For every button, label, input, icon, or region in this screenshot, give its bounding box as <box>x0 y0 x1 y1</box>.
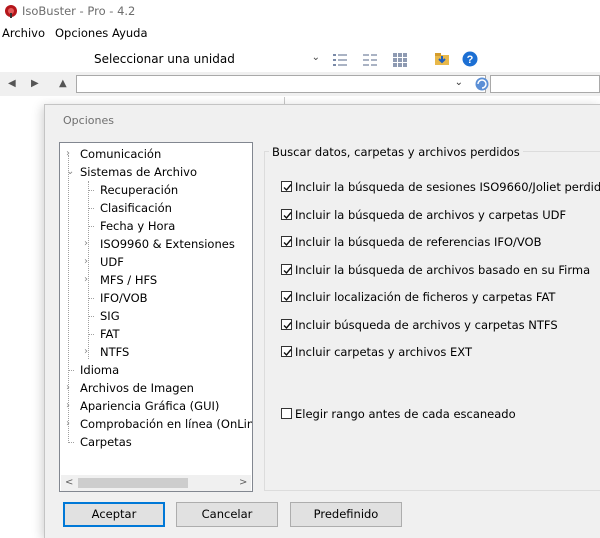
tree-guide-line <box>68 155 69 443</box>
option-label: Incluir la búsqueda de sesiones ISO9660/… <box>295 180 600 194</box>
checkmark-icon <box>283 184 292 192</box>
back-arrow-icon[interactable]: ◀ <box>8 78 16 89</box>
groupbox-title: Buscar datos, carpetas y archivos perdid… <box>269 145 523 159</box>
cancel-button[interactable]: Cancelar <box>176 502 278 527</box>
list-view-icon[interactable] <box>332 52 348 68</box>
dialog-title: Opciones <box>63 114 114 127</box>
address-input[interactable]: ⌄ <box>76 75 486 93</box>
scrollbar-thumb[interactable] <box>78 478 188 488</box>
checkmark-icon <box>283 294 292 302</box>
ok-button[interactable]: Aceptar <box>63 502 165 527</box>
folder-download-icon[interactable] <box>434 51 450 67</box>
menu-opciones[interactable]: Opciones <box>55 26 108 40</box>
option-label: Incluir la búsqueda de archivos y carpet… <box>295 208 567 222</box>
drive-select-label: Seleccionar una unidad <box>94 52 235 66</box>
checkbox-checked[interactable] <box>281 181 292 192</box>
grid-view-icon[interactable] <box>392 52 408 68</box>
option-label: Incluir carpetas y archivos EXT <box>295 345 472 359</box>
checkbox-checked[interactable] <box>281 346 292 357</box>
tree-item-label: Fecha y Hora <box>100 219 176 233</box>
checkbox-checked[interactable] <box>281 291 292 302</box>
scroll-left-icon[interactable]: < <box>65 477 73 488</box>
forward-arrow-icon[interactable]: ▶ <box>31 78 39 89</box>
details-view-icon[interactable] <box>362 52 378 68</box>
checkmark-icon <box>283 267 292 275</box>
up-arrow-icon[interactable]: ▲ <box>59 78 67 89</box>
tree-item-label: UDF <box>100 255 124 269</box>
tree-item-label: Comunicación <box>80 147 162 161</box>
checkbox-checked[interactable] <box>281 319 292 330</box>
checkbox-unchecked[interactable] <box>281 408 292 419</box>
tree-item-label: Apariencia Gráfica (GUI) <box>80 399 220 413</box>
option-label: Incluir la búsqueda de archivos basado e… <box>295 263 591 277</box>
checkbox-checked[interactable] <box>281 209 292 220</box>
menu-ayuda[interactable]: Ayuda <box>112 26 148 40</box>
tree-item-label: Sistemas de Archivo <box>80 165 197 179</box>
option-label: Incluir localización de ficheros y carpe… <box>295 290 556 304</box>
tree-item-label: SIG <box>100 309 120 323</box>
tree-item-label: Archivos de Imagen <box>80 381 194 395</box>
tree-item-label: Recuperación <box>100 183 179 197</box>
window-title: IsoBuster - Pro - 4.2 <box>22 4 136 18</box>
options-tree[interactable]: › Comunicación ⌄ Sistemas de Archivo Recuper… <box>59 142 253 492</box>
tree-item-label: Clasificación <box>100 201 172 215</box>
help-icon[interactable]: ? <box>462 51 478 67</box>
menu-archivo[interactable]: Archivo <box>2 26 45 40</box>
defaults-button[interactable]: Predefinido <box>290 502 402 527</box>
tree-guide-line <box>88 181 89 359</box>
checkmark-icon <box>283 212 292 220</box>
tree-item-label: MFS / HFS <box>100 273 158 287</box>
chevron-down-icon[interactable]: ⌄ <box>455 77 463 88</box>
checkmark-icon <box>283 349 292 357</box>
drive-select[interactable]: Seleccionar una unidad ⌄ <box>86 49 328 69</box>
tree-item-label: FAT <box>100 327 120 341</box>
menu-bar: Archivo Opciones Ayuda <box>0 22 600 44</box>
option-label: Elegir rango antes de cada escaneado <box>295 407 516 421</box>
isobuster-app-icon <box>5 5 17 18</box>
checkbox-checked[interactable] <box>281 236 292 247</box>
options-dialog: Opciones › Comunicación ⌄ Sistemas de Archi… <box>44 104 600 538</box>
tree-item-label: ISO9960 & Extensiones <box>100 237 235 251</box>
option-label: Incluir la búsqueda de referencias IFO/V… <box>295 235 542 249</box>
chevron-down-icon: ⌄ <box>311 52 320 63</box>
tree-item-label: Idioma <box>80 363 120 377</box>
secondary-input[interactable] <box>490 75 600 93</box>
refresh-globe-icon[interactable] <box>475 77 489 91</box>
tree-item-label: IFO/VOB <box>100 291 148 305</box>
scroll-right-icon[interactable]: > <box>239 477 247 488</box>
checkmark-icon <box>283 239 292 247</box>
tree-horizontal-scrollbar[interactable]: < > <box>61 475 251 491</box>
svg-text:?: ? <box>467 54 474 66</box>
option-label: Incluir búsqueda de archivos y carpetas … <box>295 318 558 332</box>
checkmark-icon <box>283 322 292 330</box>
checkbox-checked[interactable] <box>281 264 292 275</box>
tree-item-label: NTFS <box>100 345 130 359</box>
tree-item-label: Carpetas <box>80 435 132 449</box>
title-bar: IsoBuster - Pro - 4.2 <box>0 0 600 22</box>
tree-item-label: Comprobación en línea (OnLine <box>80 417 253 431</box>
